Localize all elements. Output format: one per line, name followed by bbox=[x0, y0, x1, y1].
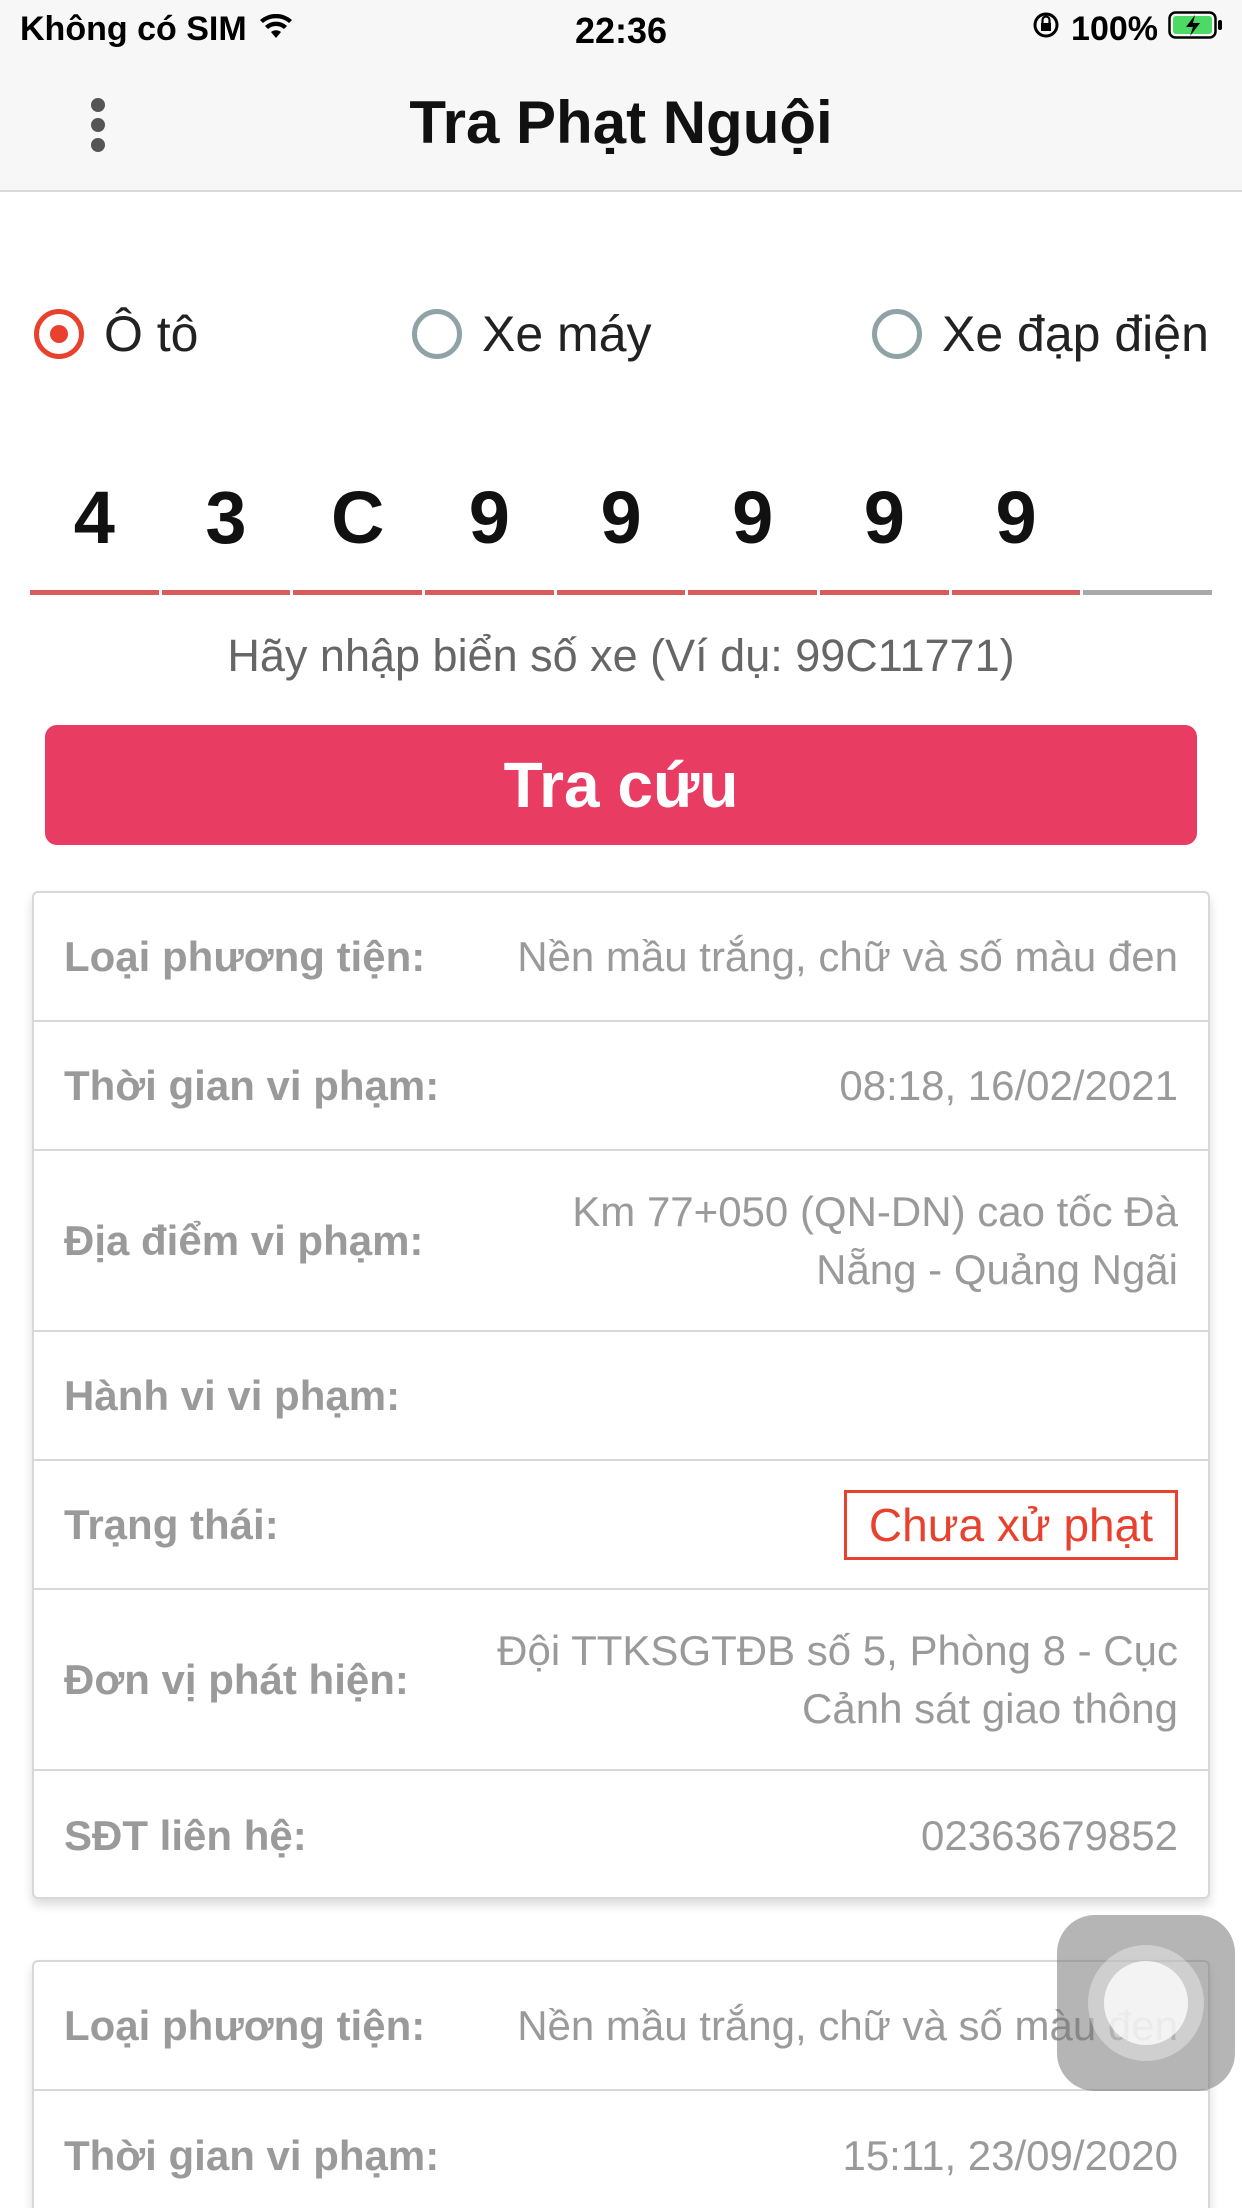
radio-xe-may-label: Xe máy bbox=[482, 306, 652, 362]
plate-char: 9 bbox=[732, 476, 774, 559]
result-card: Loại phương tiện: Nền mầu trắng, chữ và … bbox=[32, 1960, 1210, 2208]
plate-char: 9 bbox=[995, 476, 1037, 559]
row-violation-time: Thời gian vi phạm: 08:18, 16/02/2021 bbox=[34, 1022, 1208, 1151]
assistive-touch-button[interactable] bbox=[1057, 1915, 1235, 2091]
plate-char: 3 bbox=[205, 476, 247, 559]
row-label: Thời gian vi phạm: bbox=[64, 1061, 440, 1109]
status-badge: Chưa xử phạt bbox=[843, 1489, 1178, 1560]
battery-charging-icon bbox=[1168, 10, 1224, 49]
result-card: Loại phương tiện: Nền mầu trắng, chữ và … bbox=[32, 891, 1210, 1899]
search-button[interactable]: Tra cứu bbox=[45, 725, 1197, 845]
plate-char-field[interactable]: 9 bbox=[556, 455, 686, 595]
radio-xe-may[interactable]: Xe máy bbox=[412, 305, 652, 363]
radio-unselected-icon bbox=[412, 309, 462, 359]
row-vehicle-type: Loại phương tiện: Nền mầu trắng, chữ và … bbox=[34, 1962, 1208, 2091]
battery-percent: 100% bbox=[1071, 10, 1158, 48]
row-violation-behavior: Hành vi vi phạm: bbox=[34, 1332, 1208, 1461]
plate-input[interactable]: 4 3 C 9 9 9 9 9 bbox=[30, 455, 1213, 595]
plate-char: 9 bbox=[863, 476, 905, 559]
row-value: Nền mầu trắng, chữ và số màu đen bbox=[517, 932, 1178, 980]
plate-char-field[interactable]: 9 bbox=[425, 455, 554, 595]
radio-xe-dap-dien[interactable]: Xe đạp điện bbox=[872, 305, 1209, 363]
row-label: Đơn vị phát hiện: bbox=[64, 1655, 409, 1703]
row-violation-time: Thời gian vi phạm: 15:11, 23/09/2020 bbox=[34, 2091, 1208, 2208]
vehicle-type-group: Ô tô Xe máy Xe đạp điện bbox=[0, 305, 1242, 385]
plate-char: 9 bbox=[468, 476, 510, 559]
row-label: SĐT liên hệ: bbox=[64, 1811, 307, 1859]
plate-char-field[interactable]: 9 bbox=[951, 455, 1081, 595]
plate-char: 9 bbox=[600, 476, 642, 559]
radio-oto-label: Ô tô bbox=[104, 306, 199, 362]
row-label: Thời gian vi phạm: bbox=[64, 2131, 440, 2179]
rotation-lock-icon bbox=[1031, 10, 1061, 49]
row-violation-location: Địa điểm vi phạm: Km 77+050 (QN-DN) cao … bbox=[34, 1151, 1208, 1332]
status-bar: Không có SIM 22:36 100% bbox=[0, 0, 1242, 62]
row-value: 08:18, 16/02/2021 bbox=[839, 1061, 1178, 1109]
plate-char-field[interactable]: C bbox=[293, 455, 423, 595]
radio-oto[interactable]: Ô tô bbox=[34, 305, 198, 363]
row-value: Km 77+050 (QN-DN) cao tốc Đà Nẵng - Quản… bbox=[572, 1187, 1178, 1293]
plate-char: 4 bbox=[73, 476, 115, 559]
plate-char-field[interactable]: 3 bbox=[161, 455, 291, 595]
row-label: Loại phương tiện: bbox=[64, 2001, 426, 2049]
row-label: Loại phương tiện: bbox=[64, 932, 426, 980]
row-value: Đội TTKSGTĐB số 5, Phòng 8 - Cục Cảnh sá… bbox=[497, 1626, 1178, 1732]
row-value: 02363679852 bbox=[921, 1811, 1178, 1859]
plate-char-field[interactable]: 4 bbox=[30, 455, 159, 595]
status-right: 100% bbox=[1031, 10, 1224, 49]
row-contact-phone: SĐT liên hệ: 02363679852 bbox=[34, 1771, 1208, 1897]
row-vehicle-type: Loại phương tiện: Nền mầu trắng, chữ và … bbox=[34, 893, 1208, 1022]
nav-bar: Tra Phạt Nguội bbox=[0, 62, 1242, 192]
row-detecting-unit: Đơn vị phát hiện: Đội TTKSGTĐB số 5, Phò… bbox=[34, 1590, 1208, 1771]
plate-char: C bbox=[330, 476, 385, 559]
row-value: 15:11, 23/09/2020 bbox=[842, 2131, 1178, 2179]
radio-selected-icon bbox=[34, 309, 84, 359]
row-status: Trạng thái: Chưa xử phạt bbox=[34, 1461, 1208, 1590]
plate-char-field[interactable]: 9 bbox=[688, 455, 818, 595]
plate-char-field[interactable]: 9 bbox=[820, 455, 949, 595]
row-label: Hành vi vi phạm: bbox=[64, 1371, 401, 1419]
plate-hint: Hãy nhập biển số xe (Ví dụ: 99C11771) bbox=[227, 630, 1015, 681]
plate-char-field[interactable] bbox=[1083, 455, 1213, 595]
row-label: Trạng thái: bbox=[64, 1500, 279, 1548]
row-label: Địa điểm vi phạm: bbox=[64, 1216, 424, 1264]
radio-xe-dap-dien-label: Xe đạp điện bbox=[942, 306, 1209, 362]
page-title: Tra Phạt Nguội bbox=[409, 89, 833, 156]
radio-unselected-icon bbox=[872, 309, 922, 359]
